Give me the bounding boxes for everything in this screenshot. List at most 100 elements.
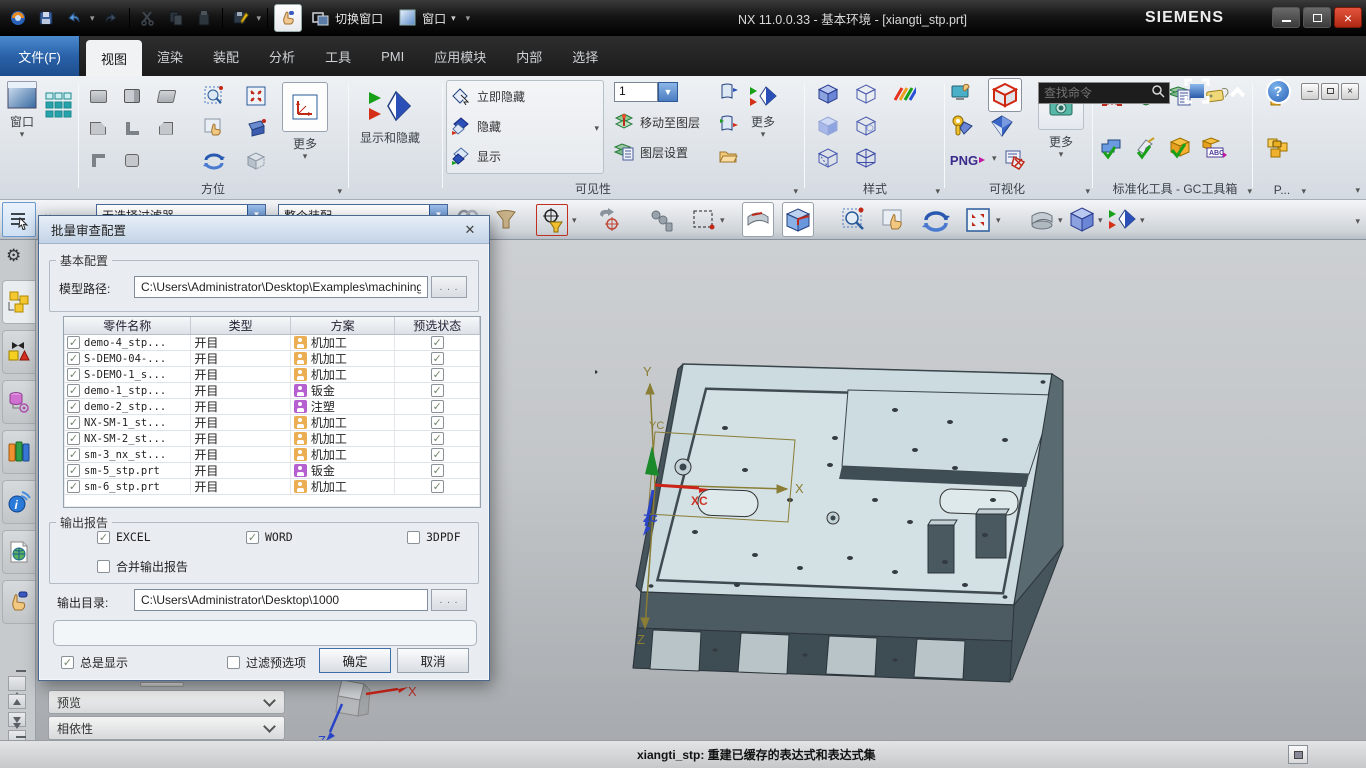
shadow-dome-icon[interactable] (988, 112, 1016, 140)
row-checkbox[interactable]: ✓ (67, 480, 80, 493)
section-view-icon[interactable] (242, 146, 270, 174)
sidebar-scroll-up[interactable] (8, 694, 26, 709)
orient-wcs-button[interactable]: 更多 ▾ (282, 82, 328, 160)
show-item[interactable]: 显示 (451, 147, 501, 165)
header-type[interactable]: 类型 (191, 317, 291, 334)
tab-view[interactable]: 视图 (86, 40, 142, 76)
png-export-icon[interactable]: PNG (948, 146, 988, 174)
table-row[interactable]: ✓sm-6_stp.prt开目机加工✓ (64, 479, 480, 495)
work-layer-dropdown[interactable]: ▼ (658, 82, 678, 102)
layer-category-icon[interactable] (714, 110, 742, 138)
edit-object-display-icon[interactable] (948, 80, 976, 108)
pdf3d-checkbox-row[interactable]: 3DPDF (407, 530, 461, 544)
tab-internal[interactable]: 内部 (501, 36, 557, 76)
cad-model[interactable]: Y X Z YC XC ZC (595, 350, 1115, 695)
visualization-group-arrow[interactable]: ▾ (1085, 186, 1090, 197)
minimize-ribbon-button[interactable] (1222, 76, 1252, 106)
style-group-arrow[interactable]: ▾ (935, 186, 940, 197)
hide-split-arrow[interactable]: ▾ (594, 123, 599, 134)
chain-select-icon[interactable] (646, 204, 678, 236)
row-checkbox[interactable]: ✓ (67, 448, 80, 461)
tab-tools[interactable]: 工具 (310, 36, 366, 76)
wireframe-dashed-icon[interactable] (814, 144, 842, 172)
front-view-icon[interactable] (84, 114, 112, 142)
roles-gear-icon[interactable]: ⚙ (6, 246, 21, 266)
dependency-collapse-chevron[interactable] (263, 720, 276, 733)
undo-button[interactable] (62, 6, 86, 30)
window-menu-button[interactable]: 窗口 ▾ (393, 7, 462, 29)
back-view-icon[interactable] (118, 146, 146, 174)
display-mode-dropdown[interactable]: ▾ (1098, 216, 1103, 224)
restore-button[interactable] (1303, 7, 1331, 28)
ribbon-overflow-arrow[interactable]: ▾ (1355, 185, 1360, 196)
tab-analysis[interactable]: 分析 (254, 36, 310, 76)
show-hide-tool-icon[interactable] (1106, 204, 1138, 236)
display-mode-icon[interactable] (1066, 204, 1098, 236)
sidebar-tab-part-navigator[interactable] (2, 380, 35, 424)
snap-point-dropdown[interactable]: ▾ (572, 216, 577, 224)
sidebar-tab-touch[interactable] (2, 580, 35, 624)
sidebar-tab-reuse-library[interactable] (2, 430, 35, 474)
table-row[interactable]: ✓demo-1_stp...开目钣金✓ (64, 383, 480, 399)
row-checkbox[interactable]: ✓ (67, 464, 80, 477)
hide-now-item[interactable]: 立即隐藏 (451, 87, 525, 105)
preselect-checkbox[interactable]: ✓ (431, 400, 444, 413)
tab-pmi[interactable]: PMI (366, 36, 419, 76)
rectangle-select-icon[interactable] (688, 204, 720, 236)
table-row[interactable]: ✓sm-3_nx_st...开目机加工✓ (64, 447, 480, 463)
curve-rule-icon[interactable] (742, 202, 774, 237)
preselect-checkbox[interactable]: ✓ (431, 416, 444, 429)
check-part-icon[interactable] (1098, 134, 1126, 162)
open-folder-icon[interactable] (714, 142, 742, 170)
tab-file[interactable]: 文件(F) (0, 36, 80, 76)
preview-collapse-chevron[interactable] (263, 694, 276, 707)
trimetric-view-icon[interactable] (84, 82, 112, 110)
header-scheme[interactable]: 方案 (291, 317, 396, 334)
undo-dropdown-arrow[interactable]: ▾ (90, 14, 95, 22)
shaded-with-edges-icon[interactable] (814, 80, 842, 108)
snap-point-filter-icon[interactable] (536, 204, 568, 236)
table-row[interactable]: ✓S-DEMO-1_s...开目机加工✓ (64, 367, 480, 383)
save-as-icon[interactable] (229, 6, 253, 30)
filter-preselect-checkbox-row[interactable]: 过滤预选项 (227, 654, 306, 671)
wireframe-dim-icon[interactable] (852, 80, 880, 108)
rotate-icon[interactable] (200, 146, 228, 174)
layer-settings-item[interactable]: 图层设置 (614, 142, 688, 162)
command-search-box[interactable] (1038, 82, 1170, 104)
visibility-more-button[interactable]: 更多 ▾ (748, 84, 778, 138)
table-row[interactable]: ✓demo-2_stp...开目注塑✓ (64, 399, 480, 415)
visibility-group-arrow[interactable]: ▾ (793, 186, 798, 197)
table-row[interactable]: ✓sm-5_stp.prt开目钣金✓ (64, 463, 480, 479)
model-path-input[interactable] (134, 276, 428, 298)
tile-windows-icon[interactable] (42, 88, 76, 122)
zoom-icon[interactable] (200, 82, 228, 110)
row-checkbox[interactable]: ✓ (67, 384, 80, 397)
merge-output-checkbox-row[interactable]: 合并输出报告 (97, 558, 188, 575)
merge-output-checkbox[interactable] (97, 560, 110, 573)
visual-effects-icon[interactable] (1002, 146, 1030, 174)
fit-dropdown[interactable]: ▾ (996, 216, 1001, 224)
save-as-dropdown-arrow[interactable]: ▾ (257, 14, 262, 22)
top-view-icon[interactable] (152, 82, 180, 110)
pan-icon[interactable] (200, 114, 228, 142)
mdi-close-button[interactable]: × (1341, 83, 1359, 100)
perspective-icon[interactable] (242, 114, 270, 142)
search-input[interactable] (1039, 86, 1151, 100)
shaded-icon[interactable] (814, 112, 842, 140)
tab-select[interactable]: 选择 (557, 36, 613, 76)
unlock-parts-icon[interactable] (1264, 134, 1292, 162)
status-window-icon[interactable] (1288, 745, 1308, 764)
table-row[interactable]: ✓demo-4_stp...开目机加工✓ (64, 335, 480, 351)
png-dropdown-arrow[interactable]: ▾ (992, 154, 997, 162)
sidebar-tab-assembly-navigator[interactable] (2, 280, 35, 324)
left-view-icon[interactable] (118, 114, 146, 142)
preselect-checkbox[interactable]: ✓ (431, 448, 444, 461)
preselect-checkbox[interactable]: ✓ (431, 464, 444, 477)
excel-checkbox[interactable]: ✓ (97, 531, 110, 544)
sidebar-tab-web-browser[interactable]: i (2, 480, 35, 524)
row-checkbox[interactable]: ✓ (67, 416, 80, 429)
preselect-checkbox[interactable]: ✓ (431, 336, 444, 349)
help-button[interactable]: ? (1264, 76, 1292, 106)
check-tool-icon[interactable] (1132, 134, 1160, 162)
row-checkbox[interactable]: ✓ (67, 352, 80, 365)
